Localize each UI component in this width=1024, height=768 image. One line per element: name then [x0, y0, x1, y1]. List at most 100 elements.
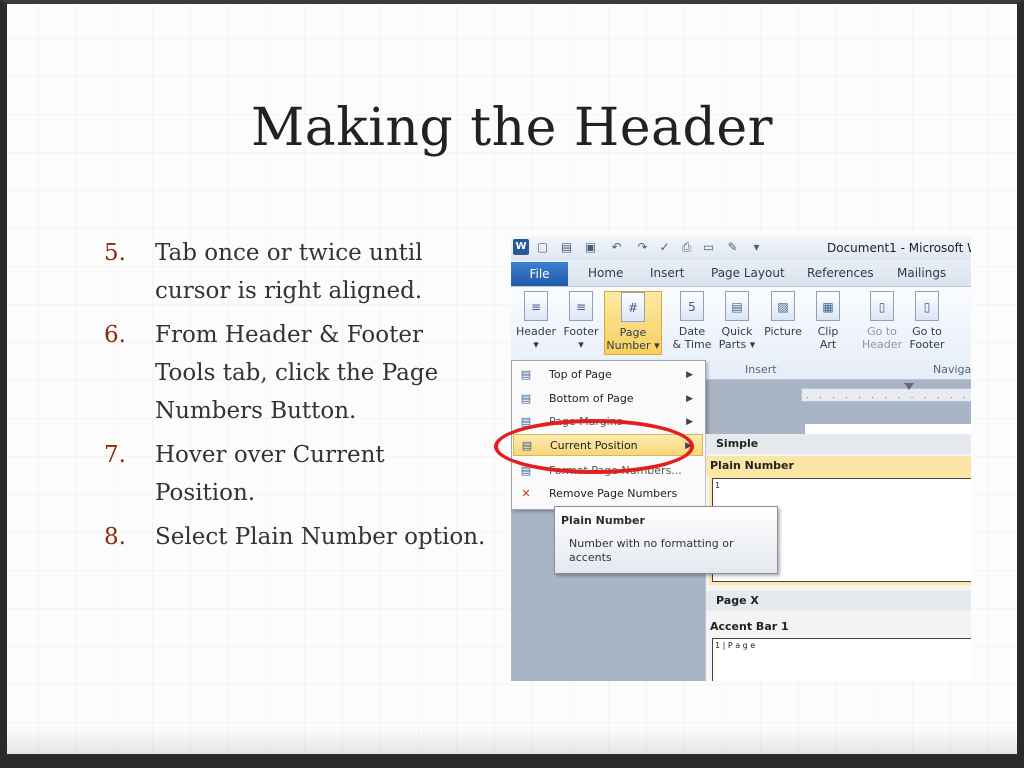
tab-insert[interactable]: Insert	[650, 266, 684, 280]
step-number: 7.	[104, 442, 126, 468]
accent-bar-label: Accent Bar 1	[710, 620, 789, 633]
word-screenshot: W ▢ ▤ ▣ ↶ ↷ ✓ ⎙ ▭ ✎ ▾ Document1 - Micros…	[511, 236, 971, 681]
plain-number-preview: 1	[715, 481, 721, 490]
plain-number-tooltip: Plain Number Number with no formatting o…	[554, 506, 778, 574]
menu-item-bottom-of-page[interactable]: ▤ Bottom of Page ▶	[513, 388, 703, 410]
picture-icon: ▨	[771, 291, 795, 321]
top-of-page-icon: ▤	[520, 368, 532, 381]
step-7: 7. Hover over Current Position.	[104, 436, 489, 512]
footer-button[interactable]: ≡ Footer ▾	[559, 291, 603, 351]
horizontal-ruler[interactable]: . . . . . . . . . . . . .	[801, 383, 971, 402]
window-title: Document1 - Microsoft W	[827, 241, 971, 255]
gallery-section-label: Simple	[716, 437, 759, 450]
gallery-section-simple: Simple	[706, 434, 971, 454]
undo-icon[interactable]: ↶	[609, 240, 624, 255]
gallery-section-page-x: Page X	[706, 591, 971, 611]
remove-page-numbers-icon: ✕	[521, 487, 531, 500]
step-8: 8. Select Plain Number option.	[104, 518, 489, 556]
page-number-button[interactable]: # Page Number ▾	[604, 291, 662, 355]
accent-bar-option[interactable]: 1 | P a g e	[712, 638, 971, 681]
clip-art-button[interactable]: ▦ Clip Art	[806, 291, 850, 351]
current-position-icon: ▤	[521, 439, 533, 452]
menu-item-label: Format Page Numbers...	[549, 464, 682, 477]
print-preview-icon[interactable]: ⎙	[679, 240, 694, 255]
menu-item-format-page-numbers[interactable]: ▤ Format Page Numbers...	[513, 460, 703, 482]
tab-home[interactable]: Home	[588, 266, 623, 280]
tooltip-title: Plain Number	[561, 514, 645, 527]
bottom-of-page-icon: ▤	[520, 392, 532, 405]
group-label-navigation: Navigat	[933, 363, 971, 376]
step-text: From Header & Footer Tools tab, click th…	[155, 322, 439, 424]
new-document-icon[interactable]: ▢	[535, 240, 550, 255]
step-text: Tab once or twice until cursor is right …	[155, 240, 423, 304]
format-painter-icon[interactable]: ✎	[725, 240, 740, 255]
menu-item-label: Remove Page Numbers	[549, 487, 678, 500]
date-time-button[interactable]: 5 Date & Time	[670, 291, 714, 351]
slide-title: Making the Header	[251, 98, 773, 158]
header-icon: ≡	[524, 291, 548, 321]
page-number-menu: ▤ Top of Page ▶ ▤ Bottom of Page ▶ ▤ Pag…	[511, 360, 706, 510]
group-label-insert: Insert	[745, 363, 777, 376]
step-number: 5.	[104, 240, 126, 266]
menu-item-label: Current Position	[550, 439, 638, 452]
clip-art-icon: ▦	[816, 291, 840, 321]
step-6: 6. From Header & Footer Tools tab, click…	[104, 316, 489, 430]
quick-print-icon[interactable]: ▭	[701, 240, 716, 255]
picture-label: Picture	[764, 325, 802, 338]
date-time-label-2: & Time	[672, 338, 712, 351]
page-number-label-2: Number	[606, 339, 651, 352]
tab-references[interactable]: References	[807, 266, 874, 280]
date-time-label-1: Date	[678, 325, 706, 338]
redo-icon[interactable]: ↷	[635, 240, 650, 255]
tab-stop-marker[interactable]	[904, 383, 914, 390]
menu-item-current-position[interactable]: ▤ Current Position ▶	[513, 434, 703, 456]
gallery-section-label: Page X	[716, 594, 759, 607]
tab-file[interactable]: File	[511, 262, 568, 286]
clip-art-label-2: Art	[819, 338, 837, 351]
menu-item-label: Top of Page	[549, 368, 612, 381]
menu-item-label: Page Margins	[549, 415, 623, 428]
step-text: Hover over Current Position.	[155, 442, 385, 506]
step-text: Select Plain Number option.	[155, 524, 486, 550]
tab-page-layout[interactable]: Page Layout	[711, 266, 785, 280]
goto-header-icon: ▯	[870, 291, 894, 321]
accent-bar-preview: 1 | P a g e	[715, 641, 756, 650]
quick-parts-label-2: Parts	[718, 338, 747, 351]
goto-header-label-1: Go to	[867, 325, 897, 338]
tooltip-body: Number with no formatting or accents	[569, 537, 734, 564]
spelling-icon[interactable]: ✓	[657, 240, 672, 255]
clip-art-label-1: Clip	[817, 325, 839, 338]
menu-item-remove-page-numbers[interactable]: ✕ Remove Page Numbers	[513, 483, 703, 505]
menu-item-top-of-page[interactable]: ▤ Top of Page ▶	[513, 364, 703, 386]
goto-footer-label-1: Go to	[912, 325, 942, 338]
goto-footer-label-2: Footer	[909, 338, 945, 351]
goto-header-label-2: Header	[861, 338, 903, 351]
goto-header-button[interactable]: ▯ Go to Header	[860, 291, 904, 351]
calendar-icon: 5	[680, 291, 704, 321]
picture-button[interactable]: ▨ Picture	[761, 291, 805, 338]
goto-footer-button[interactable]: ▯ Go to Footer	[905, 291, 949, 351]
chevron-right-icon: ▶	[686, 417, 693, 427]
footer-label: Footer	[563, 325, 599, 338]
tab-mailings[interactable]: Mailings	[897, 266, 946, 280]
header-button[interactable]: ≡ Header ▾	[514, 291, 558, 351]
chevron-right-icon: ▶	[686, 370, 693, 380]
customize-icon[interactable]: ▾	[749, 240, 764, 255]
chevron-right-icon: ▶	[685, 441, 692, 451]
plain-number-heading[interactable]: Plain Number	[706, 456, 971, 476]
ribbon-tabs: File Home Insert Page Layout References …	[511, 260, 971, 287]
footer-icon: ≡	[569, 291, 593, 321]
slide-shadow	[7, 728, 1017, 754]
ruler-ticks: . . . . . . . . . . . . .	[806, 391, 970, 400]
step-number: 6.	[104, 322, 126, 348]
steps-list: 5. Tab once or twice until cursor is rig…	[104, 234, 489, 562]
quick-parts-button[interactable]: ▤ Quick Parts ▾	[715, 291, 759, 351]
slide: Making the Header 5. Tab once or twice u…	[0, 0, 1024, 768]
open-folder-icon[interactable]: ▤	[559, 240, 574, 255]
menu-item-page-margins[interactable]: ▤ Page Margins ▶	[513, 411, 703, 433]
save-icon[interactable]: ▣	[583, 240, 598, 255]
step-5: 5. Tab once or twice until cursor is rig…	[104, 234, 489, 310]
page-margins-icon: ▤	[520, 415, 532, 428]
word-app-icon[interactable]: W	[513, 239, 529, 255]
header-label: Header	[515, 325, 557, 338]
